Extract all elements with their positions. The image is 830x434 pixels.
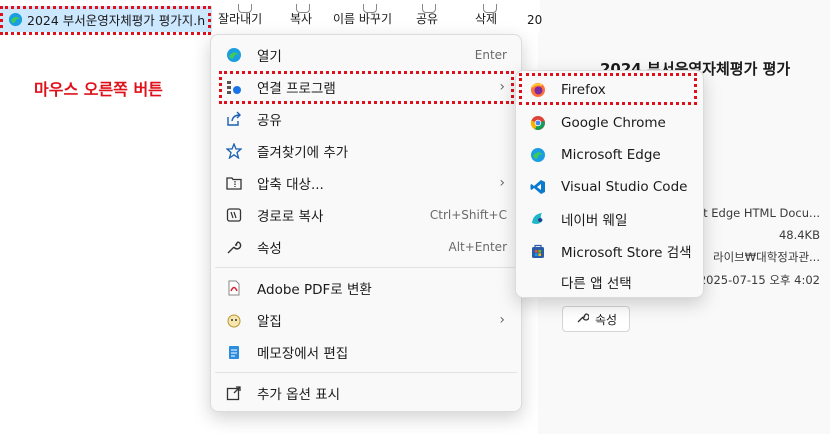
menu-item-edit-notepad[interactable]: 메모장에서 편집: [215, 337, 517, 367]
details-properties-button[interactable]: 속성: [562, 306, 630, 332]
menu-item-label: 즐겨찾기에 추가: [257, 145, 349, 161]
menu-separator: [215, 372, 517, 373]
copy-icon: [296, 4, 310, 13]
menu-item-label: 알집: [257, 314, 282, 330]
submenu-item-vscode[interactable]: Visual Studio Code: [520, 172, 699, 202]
submenu-item-whale[interactable]: 네이버 웨일: [520, 204, 699, 234]
menu-item-label: 경로로 복사: [257, 209, 324, 225]
submenu-item-label: 다른 앱 선택: [561, 276, 632, 292]
share-button[interactable]: 공유: [416, 4, 439, 27]
notepad-icon: [225, 343, 243, 361]
whale-icon: [529, 210, 547, 228]
delete-icon: [483, 4, 497, 13]
menu-item-shortcut: Alt+Enter: [448, 240, 507, 254]
star-icon: [225, 142, 243, 160]
menu-item-label: 공유: [257, 113, 282, 129]
menu-item-open[interactable]: 열기 Enter: [215, 40, 517, 70]
chevron-right-icon: ›: [499, 175, 505, 191]
menu-item-properties[interactable]: 속성 Alt+Enter: [215, 232, 517, 262]
chevron-right-icon: ›: [499, 312, 505, 328]
menu-item-compress[interactable]: 압축 대상... ›: [215, 168, 517, 198]
submenu-item-choose-other-app[interactable]: 다른 앱 선택: [520, 267, 699, 297]
submenu-item-label: Google Chrome: [561, 115, 666, 131]
annotation-label: 마우스 오른쪽 버튼: [34, 80, 163, 99]
menu-item-label: 추가 옵션 표시: [257, 387, 341, 403]
details-date: 2025-07-15 오후 4:02: [698, 273, 820, 287]
menu-item-shortcut: Enter: [474, 48, 507, 62]
cut-icon: [238, 4, 252, 13]
submenu-item-label: 네이버 웨일: [561, 213, 628, 229]
edge-icon: [529, 146, 547, 164]
menu-separator: [215, 267, 517, 268]
file-highlight-box: [0, 6, 211, 35]
submenu-item-chrome[interactable]: Google Chrome: [520, 108, 699, 138]
menu-item-adobe-pdf[interactable]: Adobe PDF로 변환: [215, 273, 517, 303]
adobe-pdf-icon: [225, 279, 243, 297]
menu-item-label: 열기: [257, 49, 282, 65]
submenu-item-label: Visual Studio Code: [561, 179, 688, 195]
delete-label: 삭제: [475, 12, 498, 26]
firefox-highlight-box: [519, 73, 697, 105]
tab-stub: 20: [527, 13, 543, 27]
submenu-item-label: Microsoft Edge: [561, 147, 661, 163]
details-size: 48.4KB: [778, 228, 820, 242]
menu-item-alzip[interactable]: 알집 ›: [215, 305, 517, 335]
zip-folder-icon: [225, 174, 243, 192]
rename-button[interactable]: 이름 바꾸기: [333, 4, 393, 27]
share-icon: [422, 4, 436, 13]
command-bar: 잘라내기 복사 이름 바꾸기 공유 삭제: [210, 0, 540, 33]
menu-item-shortcut: Ctrl+Shift+C: [429, 208, 507, 222]
details-type: ft Edge HTML Docu...: [699, 206, 820, 220]
wrench-icon: [225, 238, 243, 256]
submenu-item-edge[interactable]: Microsoft Edge: [520, 140, 699, 170]
cut-button[interactable]: 잘라내기: [218, 4, 263, 27]
share-label: 공유: [416, 12, 439, 26]
store-icon: [529, 242, 547, 260]
copy-label: 복사: [290, 12, 313, 26]
more-options-icon: [225, 384, 243, 402]
rename-icon: [363, 4, 377, 13]
menu-item-label: Adobe PDF로 변환: [257, 282, 372, 298]
copy-path-icon: [225, 206, 243, 224]
details-path: 라이브₩대학정과관...: [713, 250, 820, 264]
vscode-icon: [529, 178, 547, 196]
copy-button[interactable]: 복사: [290, 4, 313, 27]
edge-icon: [225, 46, 243, 64]
menu-item-add-favorites[interactable]: 즐겨찾기에 추가: [215, 136, 517, 166]
open-with-highlight-box: [219, 71, 514, 104]
menu-item-label: 메모장에서 편집: [257, 346, 349, 362]
submenu-item-store[interactable]: Microsoft Store 검색: [520, 236, 699, 266]
menu-item-share[interactable]: 공유: [215, 104, 517, 134]
share-icon: [225, 110, 243, 128]
delete-button[interactable]: 삭제: [475, 4, 498, 27]
menu-item-label: 속성: [257, 241, 282, 257]
cut-label: 잘라내기: [218, 12, 263, 26]
rename-label: 이름 바꾸기: [333, 12, 393, 26]
alzip-icon: [225, 311, 243, 329]
menu-item-label: 압축 대상...: [257, 177, 324, 193]
menu-item-copy-path[interactable]: 경로로 복사 Ctrl+Shift+C: [215, 200, 517, 230]
details-properties-label: 속성: [594, 312, 618, 327]
wrench-icon: [575, 311, 590, 328]
menu-item-more-options[interactable]: 추가 옵션 표시: [215, 378, 517, 408]
chrome-icon: [529, 114, 547, 132]
submenu-item-label: Microsoft Store 검색: [561, 245, 692, 261]
